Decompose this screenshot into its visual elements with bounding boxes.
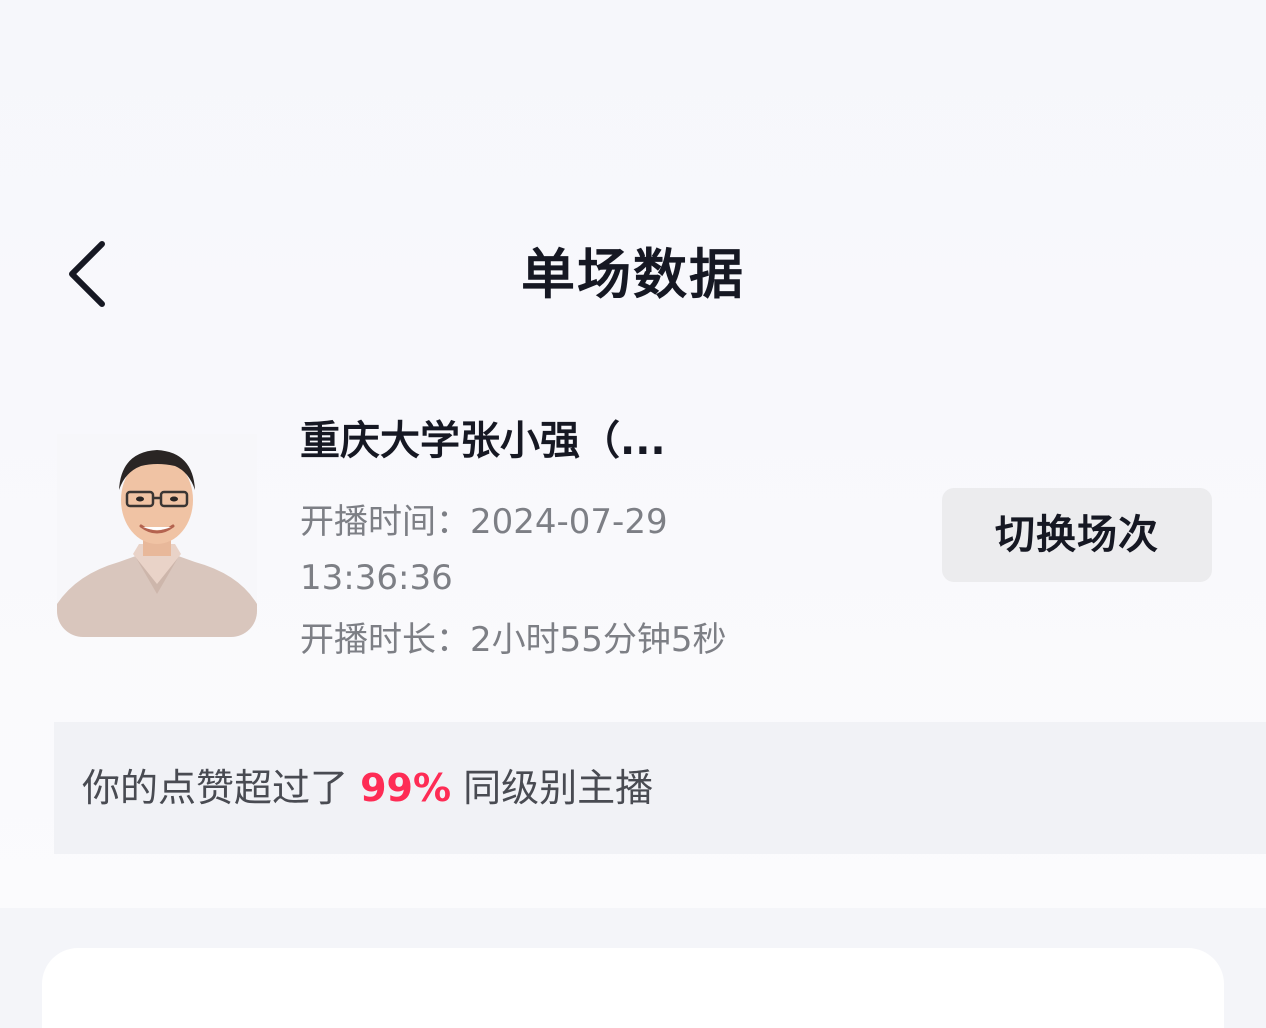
duration-row: 开播时长：2小时55分钟5秒: [300, 616, 727, 664]
comparison-suffix: 同级别主播: [463, 766, 654, 810]
duration-value: 2小时55分钟5秒: [470, 620, 727, 660]
duration-label: 开播时长：: [300, 620, 470, 660]
start-time-label: 开播时间：: [300, 502, 470, 542]
start-time-date: 2024-07-29: [470, 502, 668, 542]
like-comparison-banner: 你的点赞超过了 99% 同级别主播: [54, 722, 1266, 854]
start-time-row: 开播时间：2024-07-29: [300, 498, 668, 546]
anchor-name: 重庆大学张小强（...: [300, 418, 666, 464]
switch-session-button[interactable]: 切换场次: [942, 488, 1212, 582]
like-comparison-text: 你的点赞超过了 99% 同级别主播: [82, 762, 653, 814]
avatar[interactable]: [57, 434, 257, 637]
start-time-clock: 13:36:36: [300, 558, 453, 598]
comparison-percent: 99%: [360, 766, 452, 810]
data-card: [42, 948, 1224, 1028]
page-title: 单场数据: [521, 243, 745, 306]
comparison-prefix: 你的点赞超过了: [82, 766, 349, 810]
